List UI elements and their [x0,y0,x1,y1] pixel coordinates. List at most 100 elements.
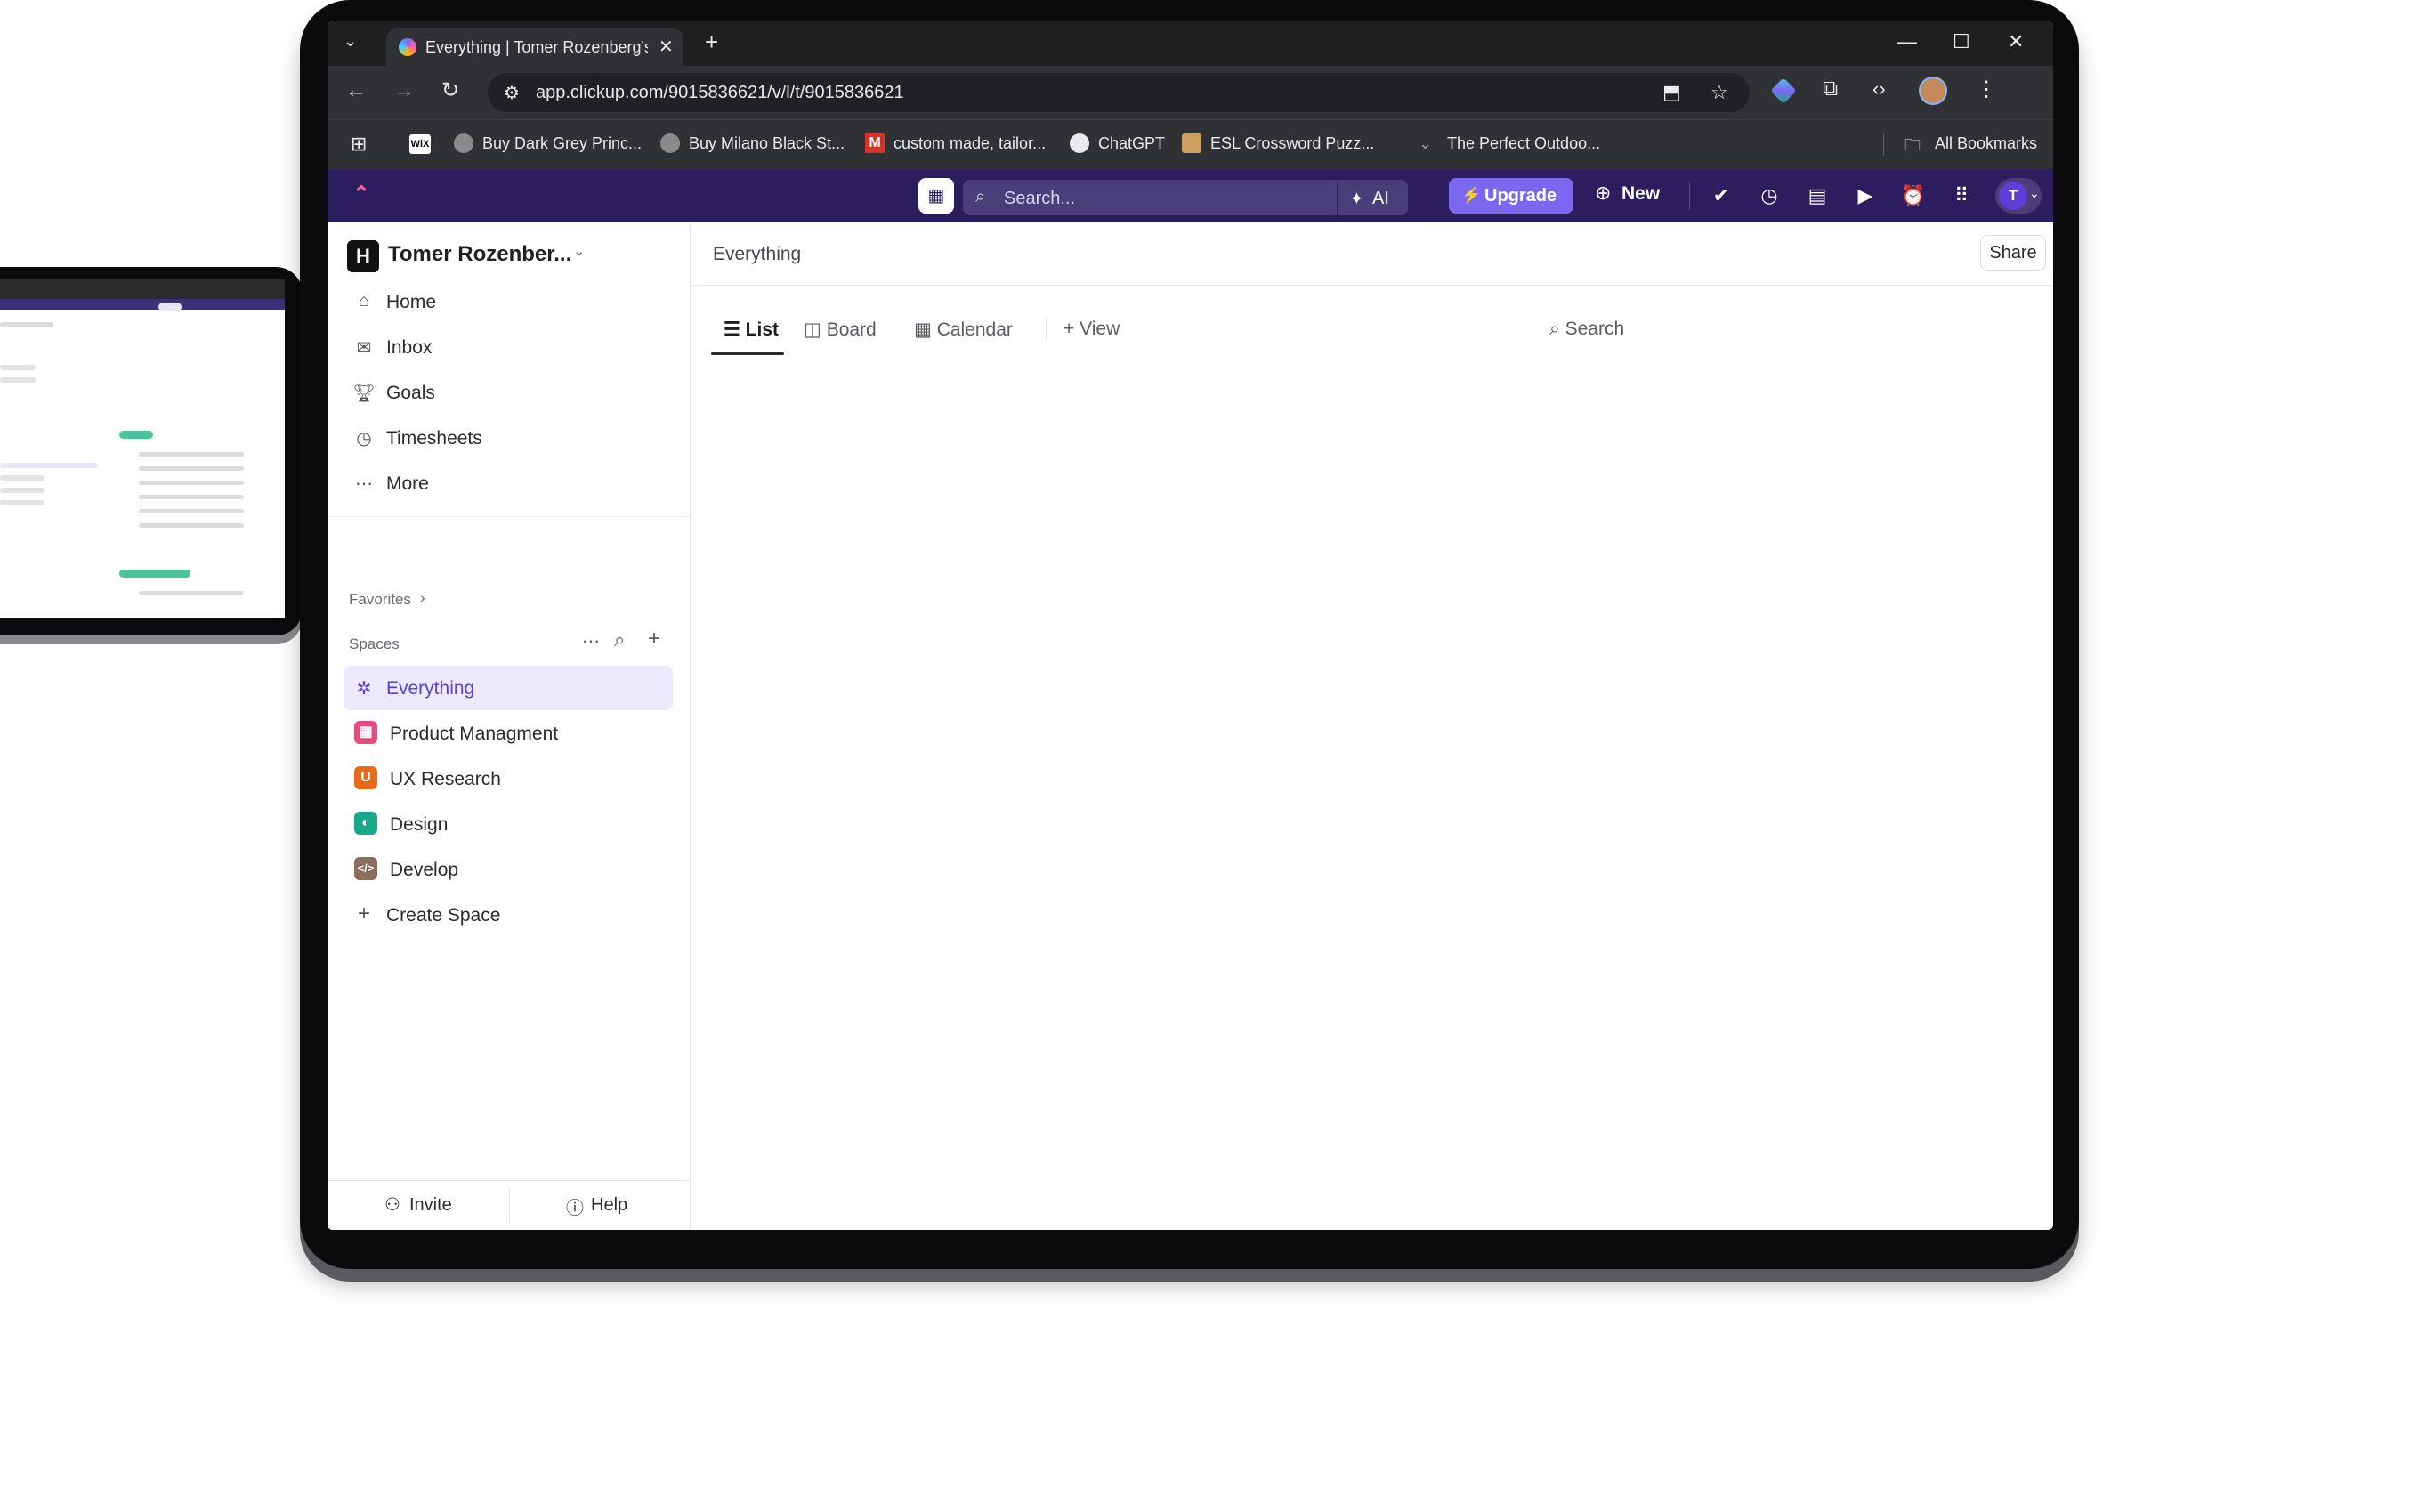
left-tablet-topbar [0,299,285,310]
alarm-icon[interactable]: ⏰ [1899,182,1928,210]
bookmark-5[interactable]: ESL Crossword Puzz... [1210,134,1374,153]
share-button[interactable]: Share [1980,235,2046,271]
chrome-menu-icon[interactable]: ⋮ [1976,77,1997,102]
left-tablet-line [0,377,36,383]
tab-label: Board [826,319,877,340]
chevron-down-icon[interactable]: ⌄ [573,242,585,260]
board-icon: ◫ [804,319,827,340]
ai-label[interactable]: AI [1372,189,1389,209]
sidebar-item-more[interactable]: ⋯ More [344,461,673,505]
maximize-icon[interactable]: ☐ [1953,30,1970,53]
sidebar-item-home[interactable]: ⌂ Home [344,279,673,324]
active-tab-indicator [711,352,784,355]
chevron-right-icon[interactable]: › [420,589,425,607]
space-label: Develop [390,860,459,880]
bookmark-3[interactable]: custom made, tailor... [894,134,1046,153]
omnibox[interactable]: ⚙ app.clickup.com/9015836621/v/l/t/90158… [488,73,1750,112]
tab-label: List [745,319,780,340]
create-space-button[interactable]: + Create Space [344,893,673,937]
more-icon: ⋯ [355,474,373,494]
space-develop[interactable]: </> Develop [344,847,673,892]
notepad-icon[interactable]: ▤ [1803,182,1832,210]
add-view-label: View [1080,319,1120,339]
space-label: UX Research [390,769,501,789]
new-tab-icon[interactable]: + [705,28,718,56]
space-everything[interactable]: ✲ Everything [344,666,673,710]
all-bookmarks[interactable]: All Bookmarks [1935,134,2037,153]
extensions-puzzle-icon[interactable]: ⧉ [1823,77,1838,101]
apps-grid-icon[interactable]: ⠿ [1947,182,1976,210]
clickup-logo-icon[interactable]: ⌃ [352,182,376,206]
user-avatar: T [1999,182,2027,210]
address-bar: ← → ↻ ⚙ app.clickup.com/9015836621/v/l/t… [328,66,2053,119]
bookmark-6[interactable]: The Perfect Outdoo... [1447,134,1600,153]
tab-calendar[interactable]: ▦ Calendar [914,319,1013,341]
workspace-logo[interactable]: H [347,240,379,272]
spaces-search-icon[interactable]: ⌕ [614,628,625,651]
forward-icon[interactable]: → [393,78,415,103]
breadcrumb[interactable]: Everything [713,244,801,265]
favorites-label[interactable]: Favorites [349,591,411,609]
close-window-icon[interactable]: ✕ [2008,30,2024,53]
help-icon: ⓘ [566,1199,584,1218]
chatgpt-icon [1070,133,1089,153]
sidebar-item-label: Inbox [386,337,433,358]
bookmark-1[interactable]: Buy Dark Grey Princ... [482,134,642,153]
check-circle-icon[interactable]: ✔ [1707,182,1735,210]
browser-window: ⌄ Everything | Tomer Rozenberg's ✕ + — ☐… [328,21,2053,1230]
sidebar-item-inbox[interactable]: ✉ Inbox [344,325,673,369]
new-button[interactable]: New [1621,183,1660,205]
bookmark-2[interactable]: Buy Milano Black St... [689,134,845,153]
workspace-name[interactable]: Tomer Rozenber... [388,242,571,267]
space-design[interactable]: ◐ Design [344,802,673,846]
close-tab-icon[interactable]: ✕ [659,36,674,58]
browser-tab[interactable]: Everything | Tomer Rozenberg's ✕ [386,28,683,66]
profile-avatar[interactable] [1919,77,1947,105]
search-tool-label: Search [1565,319,1625,339]
code-icon[interactable]: ‹› [1872,77,1886,101]
bookmark-star-icon[interactable]: ☆ [1710,81,1728,104]
sidebar-item-label: Timesheets [386,428,482,449]
space-ux-research[interactable]: U UX Research [344,756,673,801]
help-button[interactable]: Help [591,1195,627,1216]
minimize-icon[interactable]: — [1897,30,1917,53]
tab-search-icon[interactable]: ⌄ [344,32,357,51]
bookmark-6-icon: ⌄ [1419,134,1433,152]
extension-icon[interactable] [1770,77,1797,104]
header-divider [691,285,2053,286]
install-app-icon[interactable]: ⬒ [1662,81,1681,104]
calendar-icon[interactable]: ▦ [918,178,954,214]
bookmark-4[interactable]: ChatGPT [1098,134,1165,153]
inbox-icon: ✉ [356,338,372,358]
left-tablet-line [139,466,244,471]
left-tablet-chrome [0,279,285,299]
space-product-managment[interactable]: ▦ Product Managment [344,711,673,756]
user-menu[interactable]: T ⌄ [1995,178,2042,214]
bookmark-crossword-icon [1182,133,1201,153]
apps-grid-icon[interactable]: ⊞ [351,133,367,156]
spaces-more-icon[interactable]: ⋯ [582,630,600,652]
left-tablet-status [119,431,153,439]
wix-icon[interactable]: WiX [409,134,431,154]
add-space-icon[interactable]: + [648,627,660,651]
add-view-button[interactable]: + View [1063,319,1120,340]
global-search[interactable]: ⌕ Search... ✦ AI [963,180,1408,215]
url-text[interactable]: app.clickup.com/9015836621/v/l/t/9015836… [536,83,904,103]
tab-list[interactable]: ☰ List [724,319,779,341]
video-icon[interactable]: ▶ [1851,182,1880,210]
timer-icon[interactable]: ◷ [1755,182,1783,210]
reload-icon[interactable]: ↻ [441,77,459,103]
back-icon[interactable]: ← [345,78,367,103]
calendar-icon: ▦ [914,319,937,340]
search-icon: ⌕ [975,187,986,206]
sidebar-item-goals[interactable]: 🏆︎ Goals [344,370,673,415]
upgrade-label: Upgrade [1484,186,1557,206]
chevron-down-icon: ⌄ [2029,186,2040,200]
tab-board[interactable]: ◫ Board [804,319,877,341]
site-info-icon[interactable]: ⚙ [504,82,520,104]
search-tool[interactable]: ⌕ Search [1549,319,1624,340]
upgrade-button[interactable]: ⚡ Upgrade [1449,178,1573,214]
sidebar-item-timesheets[interactable]: ◷ Timesheets [344,416,673,460]
invite-button[interactable]: Invite [409,1195,452,1216]
footer-divider [509,1188,510,1224]
